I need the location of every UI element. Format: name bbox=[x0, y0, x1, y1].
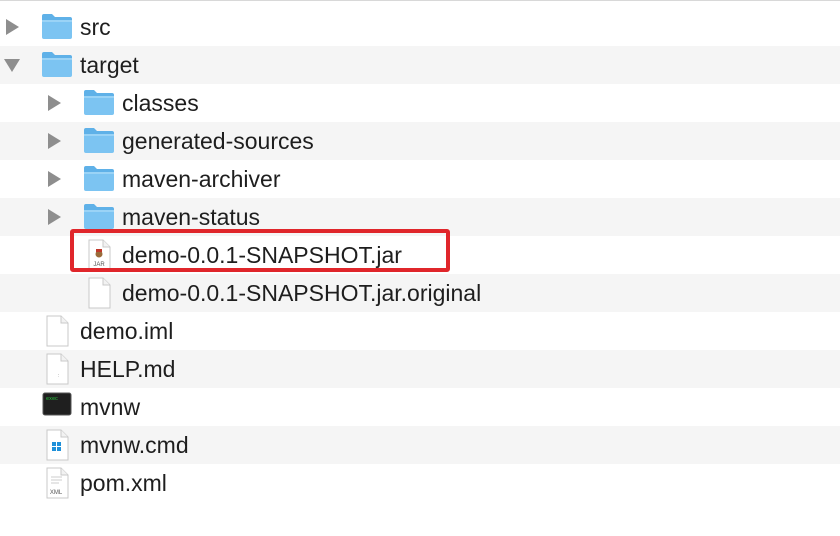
file-row-mvnw[interactable]: exec mvnw bbox=[0, 388, 840, 426]
svg-text:exec: exec bbox=[46, 396, 58, 402]
folder-icon bbox=[40, 49, 74, 84]
file-row-classes[interactable]: classes bbox=[0, 84, 840, 122]
xml-file-icon: XML bbox=[44, 467, 70, 504]
disclosure-closed-icon[interactable] bbox=[48, 133, 61, 149]
folder-icon bbox=[82, 125, 116, 160]
file-row-target[interactable]: target bbox=[0, 46, 840, 84]
file-row-demo-iml[interactable]: demo.iml bbox=[0, 312, 840, 350]
empty-area bbox=[0, 504, 840, 536]
disclosure-closed-icon[interactable] bbox=[48, 209, 61, 225]
folder-icon bbox=[40, 11, 74, 46]
disclosure-closed-icon[interactable] bbox=[48, 171, 61, 187]
disclosure-closed-icon[interactable] bbox=[48, 95, 61, 111]
file-name-label: target bbox=[80, 52, 139, 78]
divider bbox=[0, 0, 840, 1]
file-row-help-md[interactable]: : HELP.md bbox=[0, 350, 840, 388]
file-name-label: demo-0.0.1-SNAPSHOT.jar.original bbox=[122, 280, 482, 306]
file-name-label: mvnw bbox=[80, 394, 141, 420]
file-list: src target classes generated-sources mav… bbox=[0, 0, 840, 536]
file-name-label: demo.iml bbox=[80, 318, 174, 344]
file-row-maven-archiver[interactable]: maven-archiver bbox=[0, 160, 840, 198]
markdown-file-icon: : bbox=[44, 353, 70, 390]
svg-text::: : bbox=[58, 373, 59, 379]
document-icon bbox=[86, 277, 112, 314]
file-name-label: pom.xml bbox=[80, 470, 167, 496]
disclosure-closed-icon[interactable] bbox=[6, 19, 19, 35]
file-row-jar-original[interactable]: demo-0.0.1-SNAPSHOT.jar.original bbox=[0, 274, 840, 312]
file-row-generated-sources[interactable]: generated-sources bbox=[0, 122, 840, 160]
highlight-box bbox=[70, 229, 450, 272]
windows-cmd-file-icon bbox=[44, 429, 70, 466]
file-name-label: HELP.md bbox=[80, 356, 176, 382]
file-name-label: src bbox=[80, 14, 111, 40]
document-icon bbox=[44, 315, 70, 352]
file-name-label: classes bbox=[122, 90, 199, 116]
file-row-mvnw-cmd[interactable]: mvnw.cmd bbox=[0, 426, 840, 464]
file-name-label: generated-sources bbox=[122, 128, 314, 154]
file-name-label: maven-archiver bbox=[122, 166, 281, 192]
svg-text:XML: XML bbox=[50, 490, 63, 496]
folder-icon bbox=[82, 87, 116, 122]
disclosure-open-icon[interactable] bbox=[4, 59, 20, 72]
file-name-label: mvnw.cmd bbox=[80, 432, 189, 458]
file-row-pom-xml[interactable]: XML pom.xml bbox=[0, 464, 840, 502]
file-row-src[interactable]: src bbox=[0, 8, 840, 46]
terminal-exec-icon: exec bbox=[42, 391, 72, 422]
folder-icon bbox=[82, 163, 116, 198]
